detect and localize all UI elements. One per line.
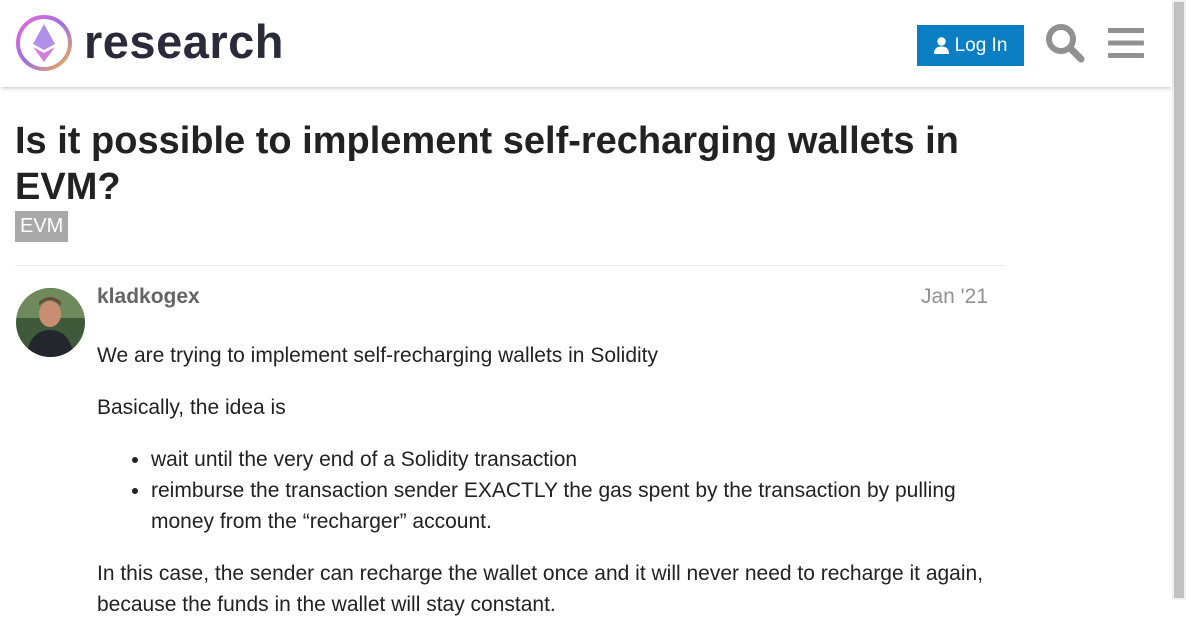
hamburger-menu-icon[interactable]: [1108, 27, 1144, 59]
scrollbar-thumb[interactable]: [1174, 2, 1184, 598]
login-button[interactable]: Log In: [917, 25, 1024, 66]
topic-title[interactable]: Is it possible to implement self-recharg…: [15, 118, 1005, 210]
post-date[interactable]: Jan '21: [921, 285, 988, 309]
list-item: wait until the very end of a Solidity tr…: [151, 444, 992, 475]
site-name[interactable]: research: [84, 14, 284, 70]
topic-divider: [15, 265, 1005, 266]
avatar[interactable]: [16, 288, 85, 357]
site-header: research Log In: [0, 0, 1172, 87]
post-bullet-list: wait until the very end of a Solidity tr…: [97, 444, 992, 537]
list-item: reimburse the transaction sender EXACTLY…: [151, 475, 992, 537]
user-icon: [933, 37, 949, 54]
research-logo-icon[interactable]: [15, 14, 73, 72]
search-icon[interactable]: [1045, 23, 1085, 63]
post-paragraph: We are trying to implement self-rechargi…: [97, 344, 659, 367]
post-paragraph: Basically, the idea is: [97, 396, 286, 419]
login-label: Log In: [954, 34, 1008, 56]
post-body: We are trying to implement self-rechargi…: [97, 340, 992, 641]
topic-tag-evm[interactable]: EVM: [15, 211, 69, 242]
post-paragraph: In this case, the sender can recharge th…: [97, 562, 984, 616]
user-avatar-icon: [16, 288, 85, 357]
post-author-username[interactable]: kladkogex: [97, 285, 200, 309]
page-scrollbar[interactable]: [1172, 0, 1186, 600]
